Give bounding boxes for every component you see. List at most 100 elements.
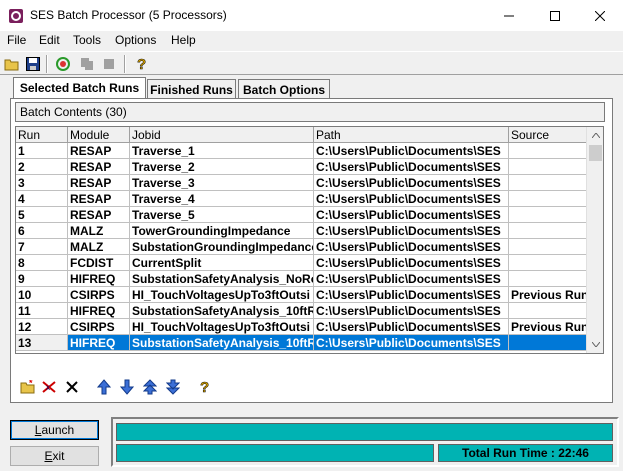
cell-path: C:\Users\Public\Documents\SES [314, 303, 509, 319]
header-module[interactable]: Module [68, 127, 130, 143]
cell-source [509, 271, 587, 287]
cell-module: FCDIST [68, 255, 130, 271]
cell-jobid: TowerGroundingImpedance [130, 223, 314, 239]
grid-body: 1 RESAP Traverse_1 C:\Users\Public\Document… [16, 143, 587, 351]
menu-file[interactable]: File [7, 33, 26, 47]
cell-source [509, 223, 587, 239]
cell-run: 4 [16, 191, 68, 207]
cell-run: 2 [16, 159, 68, 175]
cell-jobid: HI_TouchVoltagesUpTo3ftOutsi [130, 287, 314, 303]
scroll-thumb[interactable] [589, 145, 602, 161]
open-folder-icon[interactable] [3, 55, 21, 73]
minimize-button[interactable] [486, 0, 532, 31]
tab-finished-runs[interactable]: Finished Runs [147, 79, 236, 99]
table-row[interactable]: 3 RESAP Traverse_3 C:\Users\Public\Document… [16, 175, 587, 191]
scroll-down-icon[interactable] [587, 336, 603, 353]
toolbar-separator [124, 55, 126, 73]
cell-module: RESAP [68, 175, 130, 191]
table-row[interactable]: 9 HIFREQ SubstationSafetyAnalysis_NoRo C:\U… [16, 271, 587, 287]
scroll-up-icon[interactable] [587, 127, 603, 144]
close-button[interactable] [577, 0, 623, 31]
move-up-icon[interactable] [95, 378, 113, 396]
menu-options[interactable]: Options [115, 33, 156, 47]
cell-jobid: Traverse_1 [130, 143, 314, 159]
header-source[interactable]: Source [509, 127, 587, 143]
app-icon [8, 8, 24, 24]
cell-path: C:\Users\Public\Documents\SES [314, 207, 509, 223]
copy-icon [78, 55, 96, 73]
cell-run: 9 [16, 271, 68, 287]
cell-source [509, 255, 587, 271]
tab-batch-options[interactable]: Batch Options [238, 79, 330, 99]
menu-tools[interactable]: Tools [73, 33, 101, 47]
vertical-scrollbar[interactable] [586, 127, 603, 353]
menu-help[interactable]: Help [171, 33, 196, 47]
launch-button[interactable]: Launch [10, 420, 99, 440]
cell-module: CSIRPS [68, 287, 130, 303]
menu-bar: File Edit Tools Options Help [0, 31, 623, 50]
table-row[interactable]: 7 MALZ SubstationGroundingImpedance C:\User… [16, 239, 587, 255]
tab-selected-batch-runs[interactable]: Selected Batch Runs [13, 77, 146, 99]
cell-source [509, 207, 587, 223]
cell-run: 8 [16, 255, 68, 271]
table-row[interactable]: 11 HIFREQ SubstationSafetyAnalysis_10ftR C:… [16, 303, 587, 319]
cell-source [509, 239, 587, 255]
table-row[interactable]: 2 RESAP Traverse_2 C:\Users\Public\Document… [16, 159, 587, 175]
batch-grid[interactable]: Run Module Jobid Path Source 1 RESAP Trave… [15, 126, 604, 354]
cell-module: MALZ [68, 223, 130, 239]
title-bar: SES Batch Processor (5 Processors) [0, 0, 623, 31]
menu-edit[interactable]: Edit [39, 33, 60, 47]
exit-button[interactable]: Exit [10, 446, 99, 466]
table-row[interactable]: 12 CSIRPS HI_TouchVoltagesUpTo3ftOutsi C:\U… [16, 319, 587, 335]
cell-jobid: SubstationGroundingImpedance [130, 239, 314, 255]
cell-path: C:\Users\Public\Documents\SES [314, 239, 509, 255]
cell-path: C:\Users\Public\Documents\SES [314, 271, 509, 287]
cell-module: RESAP [68, 143, 130, 159]
table-row[interactable]: 10 CSIRPS HI_TouchVoltagesUpTo3ftOutsi C:\U… [16, 287, 587, 303]
save-icon[interactable] [24, 55, 42, 73]
maximize-button[interactable] [532, 0, 578, 31]
table-row[interactable]: 13 HIFREQ SubstationSafetyAnalysis_10ftR C:… [16, 335, 587, 351]
cell-module: MALZ [68, 239, 130, 255]
cell-path: C:\Users\Public\Documents\SES [314, 255, 509, 271]
table-row[interactable]: 8 FCDIST CurrentSplit C:\Users\Public\Docum… [16, 255, 587, 271]
cell-path: C:\Users\Public\Documents\SES [314, 175, 509, 191]
table-row[interactable]: 4 RESAP Traverse_4 C:\Users\Public\Document… [16, 191, 587, 207]
cell-path: C:\Users\Public\Documents\SES [314, 319, 509, 335]
move-bottom-icon[interactable] [164, 378, 182, 396]
cell-jobid: HI_TouchVoltagesUpTo3ftOutsi [130, 319, 314, 335]
cell-source [509, 191, 587, 207]
cell-source [509, 175, 587, 191]
header-jobid[interactable]: Jobid [130, 127, 314, 143]
status-progress-bar [116, 423, 613, 441]
cell-source [509, 159, 587, 175]
table-row[interactable]: 1 RESAP Traverse_1 C:\Users\Public\Document… [16, 143, 587, 159]
table-row[interactable]: 6 MALZ TowerGroundingImpedance C:\Users\Pub… [16, 223, 587, 239]
cell-path: C:\Users\Public\Documents\SES [314, 143, 509, 159]
table-row[interactable]: 5 RESAP Traverse_5 C:\Users\Public\Document… [16, 207, 587, 223]
remove-all-icon[interactable]: x [40, 378, 58, 396]
svg-text:?: ? [137, 56, 146, 72]
cell-module: RESAP [68, 191, 130, 207]
cell-run: 1 [16, 143, 68, 159]
refresh-icon[interactable] [54, 55, 72, 73]
delete-icon[interactable] [63, 378, 81, 396]
cell-jobid: Traverse_2 [130, 159, 314, 175]
header-run[interactable]: Run [16, 127, 68, 143]
help-icon[interactable]: ? [195, 378, 213, 396]
add-run-icon[interactable]: * [19, 378, 37, 396]
svg-text:*: * [29, 380, 33, 388]
help-icon[interactable]: ? [132, 55, 150, 73]
window-title: SES Batch Processor (5 Processors) [30, 8, 227, 22]
svg-text:?: ? [200, 379, 209, 395]
batch-contents-label: Batch Contents (30) [15, 102, 605, 122]
cell-module: HIFREQ [68, 335, 130, 351]
toolbar-separator [46, 55, 48, 73]
cell-run: 10 [16, 287, 68, 303]
toolbar: ? [0, 51, 623, 75]
move-down-icon[interactable] [118, 378, 136, 396]
move-top-icon[interactable] [141, 378, 159, 396]
cell-path: C:\Users\Public\Documents\SES [314, 159, 509, 175]
header-path[interactable]: Path [314, 127, 509, 143]
svg-text:x: x [46, 383, 50, 392]
